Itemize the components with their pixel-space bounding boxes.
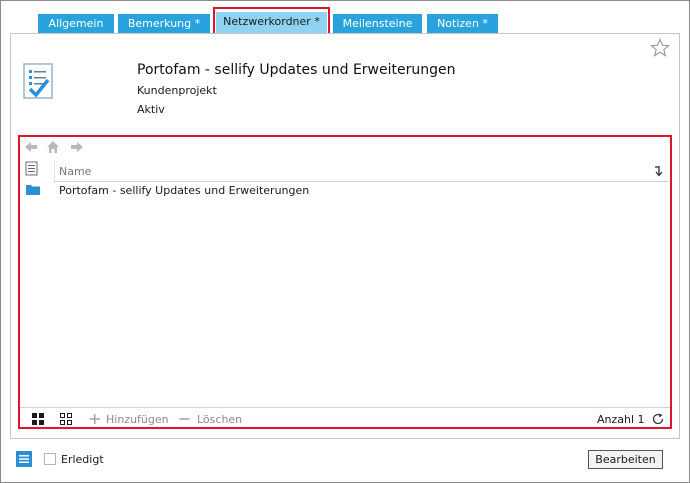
add-button[interactable]: Hinzufügen [106, 413, 169, 426]
folder-icon [26, 185, 40, 195]
document-list-icon[interactable] [25, 161, 39, 176]
tab-allgemein[interactable]: Allgemein [38, 14, 114, 33]
project-status: Aktiv [137, 103, 165, 116]
back-arrow-icon[interactable] [24, 140, 38, 154]
tab-highlight-box [213, 7, 330, 36]
item-count: Anzahl 1 [597, 413, 645, 426]
list-item[interactable]: Portofam - sellify Updates und Erweiteru… [59, 184, 309, 197]
done-checkbox[interactable] [44, 453, 56, 465]
sort-arrow-icon[interactable] [653, 165, 663, 177]
tab-meilensteine[interactable]: Meilensteine [333, 14, 422, 33]
refresh-icon[interactable] [652, 413, 664, 425]
list-header [24, 158, 669, 182]
forward-arrow-icon[interactable] [70, 140, 84, 154]
large-tiles-view-icon[interactable] [32, 413, 44, 425]
edit-button[interactable]: Bearbeiten [588, 450, 663, 469]
delete-button[interactable]: Löschen [197, 413, 242, 426]
project-checklist-icon [23, 63, 53, 99]
menu-icon[interactable] [16, 451, 32, 467]
home-icon[interactable] [46, 140, 60, 154]
tab-notizen[interactable]: Notizen * [427, 14, 498, 33]
done-label: Erledigt [61, 453, 104, 466]
project-type: Kundenprojekt [137, 84, 217, 97]
plus-icon[interactable] [89, 413, 101, 425]
project-title: Portofam - sellify Updates und Erweiteru… [137, 62, 456, 78]
column-header-name[interactable]: Name [59, 165, 91, 178]
minus-icon[interactable] [179, 413, 191, 425]
toolbar-divider [20, 407, 670, 408]
tab-bemerkung[interactable]: Bemerkung * [118, 14, 210, 33]
star-icon[interactable] [650, 38, 670, 58]
small-tiles-view-icon[interactable] [60, 413, 72, 425]
